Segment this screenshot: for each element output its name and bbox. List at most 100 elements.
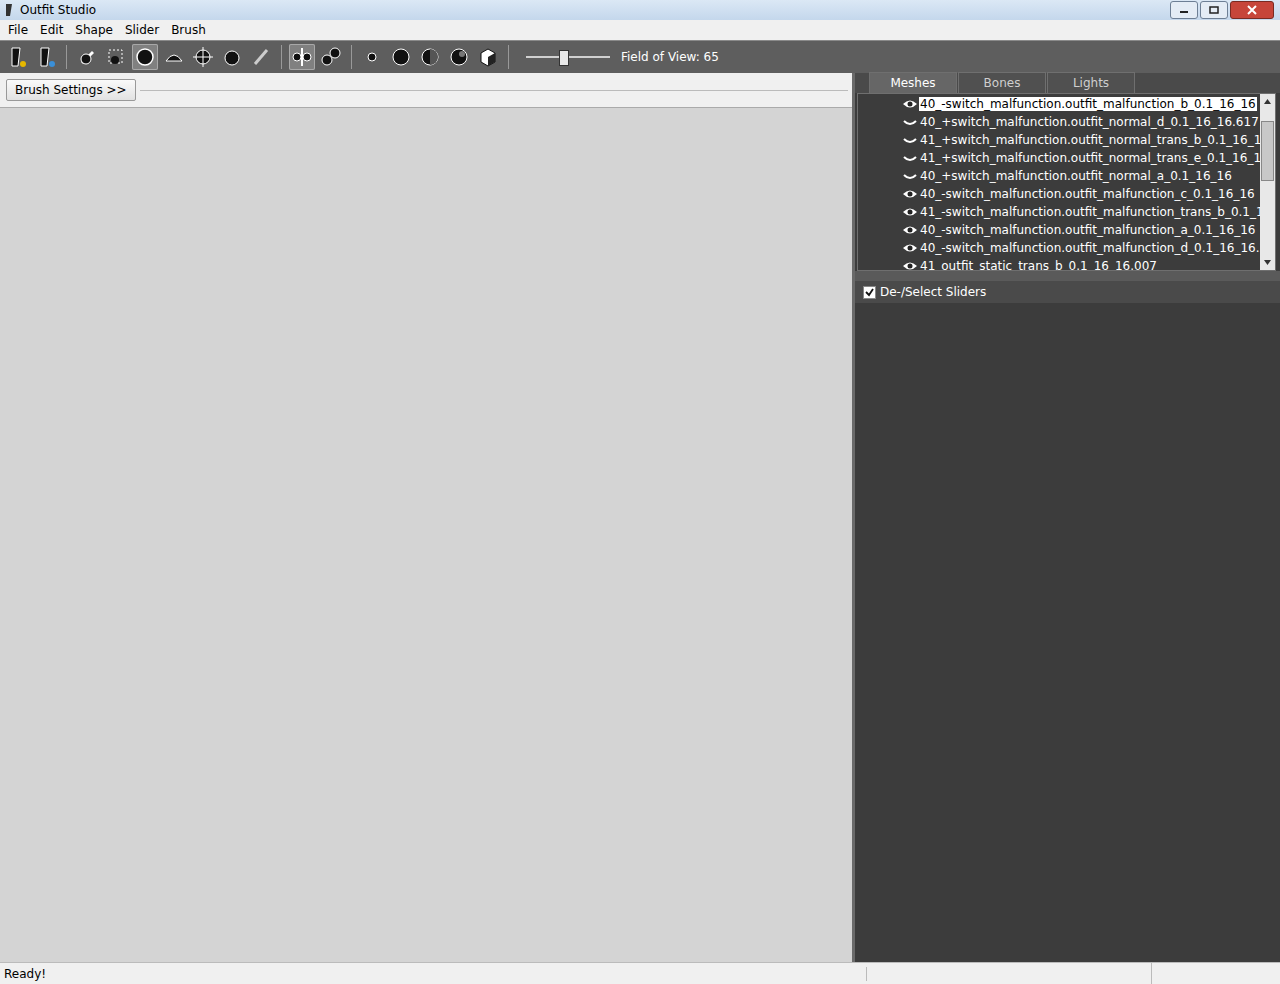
tool-icon [6,46,28,68]
splitter[interactable] [855,271,1280,281]
tool-button[interactable] [248,44,274,70]
fov-slider[interactable] [526,49,610,65]
tool-icon [448,46,470,68]
menu-item[interactable]: Shape [69,21,119,39]
mesh-row[interactable]: 40_-switch_malfunction.outfit_malfunctio… [858,185,1260,203]
visibility-toggle[interactable] [902,242,918,254]
maximize-icon [1209,6,1219,14]
brush-settings-button[interactable]: Brush Settings >> [6,79,136,101]
tool-icon [35,46,57,68]
tool-icon [76,46,98,68]
menu-item[interactable]: Slider [119,21,165,39]
slider-thumb[interactable] [559,50,569,66]
tool-button[interactable] [475,44,501,70]
visibility-toggle[interactable] [902,260,918,270]
side-panel: MeshesBonesLights 40_-switch_malfunction.… [852,73,1280,962]
toolbar-separator [281,45,282,69]
open-eye-icon [902,260,918,270]
slider-list [855,303,1280,962]
tool-button[interactable] [132,44,158,70]
open-eye-icon [902,206,918,218]
mesh-name: 40_-switch_malfunction.outfit_malfunctio… [919,187,1256,201]
mesh-row[interactable]: 41_-switch_malfunction.outfit_malfunctio… [858,203,1260,221]
viewport-panel: Brush Settings >> [0,73,852,962]
title-bar: Outfit Studio [0,0,1280,20]
status-bar: Ready! [0,962,1280,984]
mesh-name: 40_-switch_malfunction.outfit_malfunctio… [919,223,1256,237]
menu-item[interactable]: Brush [165,21,212,39]
mesh-list-frame: 40_-switch_malfunction.outfit_malfunctio… [857,93,1276,271]
closed-eye-icon [902,152,918,164]
mesh-row[interactable]: 40_-switch_malfunction.outfit_malfunctio… [858,239,1260,257]
visibility-toggle[interactable] [902,224,918,236]
tool-button[interactable] [219,44,245,70]
tool-button[interactable] [190,44,216,70]
mesh-row[interactable]: 41_outfit_static_trans_b_0.1_16_16.007 [858,257,1260,270]
tool-button[interactable] [103,44,129,70]
closed-eye-icon [902,134,918,146]
scrollbar-thumb[interactable] [1261,121,1274,181]
brush-settings-bar: Brush Settings >> [0,73,852,107]
toolbar-separator [66,45,67,69]
maximize-button[interactable] [1200,1,1228,19]
visibility-toggle[interactable] [902,206,918,218]
toolbar-separator [508,45,509,69]
tool-button[interactable] [289,44,315,70]
tool-button[interactable] [4,44,30,70]
tool-icon [320,46,342,68]
visibility-toggle[interactable] [902,134,918,146]
visibility-toggle[interactable] [902,170,918,182]
status-text: Ready! [0,967,867,981]
tool-button[interactable] [161,44,187,70]
visibility-toggle[interactable] [902,188,918,200]
tool-button[interactable] [74,44,100,70]
mesh-row[interactable]: 40_+switch_malfunction.outfit_normal_a_0… [858,167,1260,185]
tool-icon [361,46,383,68]
tool-icon [192,46,214,68]
visibility-toggle[interactable] [902,98,918,110]
mesh-row[interactable]: 40_+switch_malfunction.outfit_normal_d_0… [858,113,1260,131]
window-buttons [1170,1,1280,19]
mesh-row[interactable]: 40_-switch_malfunction.outfit_malfunctio… [858,221,1260,239]
menu-bar: FileEditShapeSliderBrush [0,20,1280,40]
tool-button[interactable] [359,44,385,70]
mesh-name: 40_-switch_malfunction.outfit_malfunctio… [919,97,1257,111]
mesh-name: 41_+switch_malfunction.outfit_normal_tra… [919,151,1260,165]
tool-icon [477,46,499,68]
scroll-down-icon [1263,255,1272,270]
window-title: Outfit Studio [14,3,1170,17]
close-button[interactable] [1230,1,1274,19]
mesh-list: 40_-switch_malfunction.outfit_malfunctio… [858,94,1260,270]
sliders-checkbox[interactable] [863,286,876,299]
tool-button[interactable] [33,44,59,70]
menu-item[interactable]: Edit [34,21,69,39]
open-eye-icon [902,224,918,236]
mesh-row[interactable]: 41_+switch_malfunction.outfit_normal_tra… [858,131,1260,149]
tool-icon [419,46,441,68]
panel-tab[interactable]: Meshes [869,72,957,93]
open-eye-icon [902,98,918,110]
menu-item[interactable]: File [2,21,34,39]
mesh-row[interactable]: 41_+switch_malfunction.outfit_normal_tra… [858,149,1260,167]
panel-tab[interactable]: Bones [958,72,1046,93]
visibility-toggle[interactable] [902,152,918,164]
visibility-toggle[interactable] [902,116,918,128]
panel-tab[interactable]: Lights [1047,72,1135,93]
open-eye-icon [902,188,918,200]
tool-icon [250,46,272,68]
tool-button[interactable] [318,44,344,70]
mesh-name: 41_-switch_malfunction.outfit_malfunctio… [919,205,1260,219]
minimize-button[interactable] [1170,1,1198,19]
fov-label: Field of View: 65 [621,50,719,64]
mesh-name: 40_+switch_malfunction.outfit_normal_d_0… [919,115,1260,129]
app-icon [4,3,14,17]
minimize-icon [1179,6,1189,14]
tool-button[interactable] [446,44,472,70]
scrollbar[interactable] [1260,94,1275,270]
tool-icon [221,46,243,68]
status-field [867,963,1152,984]
tool-button[interactable] [388,44,414,70]
mesh-row[interactable]: 40_-switch_malfunction.outfit_malfunctio… [858,95,1260,113]
tool-button[interactable] [417,44,443,70]
3d-viewport[interactable] [0,107,852,962]
